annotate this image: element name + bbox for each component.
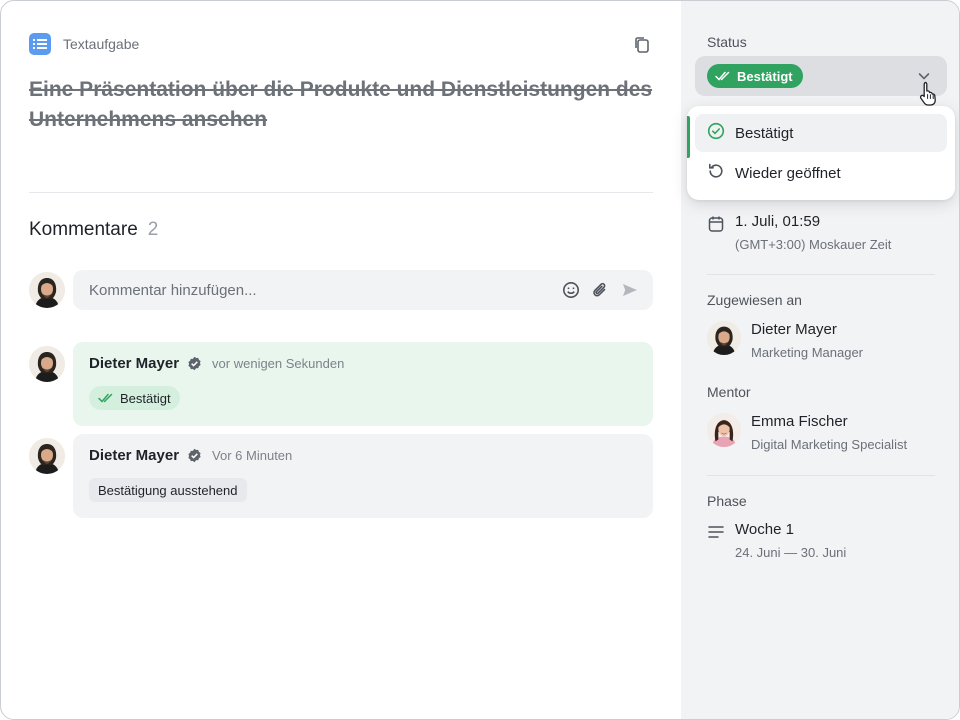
status-pill: Bestätigt [707,64,803,88]
comment-card: Dieter Mayer vor wenigen Sekunden Bestät… [73,342,653,426]
comment-time: vor wenigen Sekunden [212,356,345,371]
comment-author[interactable]: Dieter Mayer [89,447,179,464]
attachment-icon[interactable] [591,281,609,299]
mentor-name: Emma Fischer [751,413,848,430]
status-badge-label: Bestätigung ausstehend [98,482,238,498]
phase-name: Woche 1 [735,521,794,538]
avatar [707,321,741,355]
assignee-role: Marketing Manager [751,345,863,360]
avatar [29,346,65,382]
verified-icon [187,448,202,463]
avatar [29,272,65,308]
status-select[interactable]: Bestätigt [695,56,947,96]
emoji-icon[interactable] [562,281,580,299]
avatar [29,438,65,474]
task-title: Eine Präsentation über die Produkte und … [29,78,653,131]
status-dropdown: Bestätigt Wieder geöffnet [687,106,955,200]
deadline-timezone: (GMT+3:00) Moskauer Zeit [735,237,892,252]
comments-count: 2 [147,219,159,240]
status-badge-label: Bestätigt [120,390,171,406]
verified-icon [187,356,202,371]
comment-meta: Dieter Mayer Vor 6 Minuten [89,447,292,464]
double-check-icon [715,69,731,84]
status-option-reopened[interactable]: Wieder geöffnet [695,154,947,192]
comments-header: Kommentare 2 [29,219,158,241]
phase-dates: 24. Juni — 30. Juni [735,545,847,560]
divider [29,192,653,193]
comments-title: Kommentare [29,219,138,240]
status-badge: Bestätigung ausstehend [89,478,247,502]
task-type-label: Textaufgabe [63,36,140,52]
status-option-approved[interactable]: Bestätigt [695,114,947,152]
mentor-label: Mentor [707,384,751,400]
status-option-label: Wieder geöffnet [735,164,841,182]
status-value: Bestätigt [737,68,793,84]
status-badge: Bestätigt [89,386,180,410]
comment-time: Vor 6 Minuten [212,448,293,463]
reopen-icon [707,162,725,184]
pointer-cursor-icon [918,80,940,106]
send-icon[interactable] [621,281,639,299]
check-circle-icon [707,122,725,144]
mentor-role: Digital Marketing Specialist [751,437,908,452]
assignee-name: Dieter Mayer [751,321,837,338]
calendar-icon [707,215,725,233]
deadline-date[interactable]: 1. Juli, 01:59 [735,213,820,230]
phase-lines-icon [707,525,725,539]
task-window: Textaufgabe Eine Präsentation über die P… [0,0,960,720]
task-type: Textaufgabe [29,33,139,55]
comment-card: Dieter Mayer Vor 6 Minuten Bestätigung a… [73,434,653,518]
divider [707,475,935,476]
status-label: Status [707,34,747,50]
double-check-icon [98,391,114,406]
phase-label: Phase [707,493,747,509]
assigned-label: Zugewiesen an [707,292,802,308]
status-option-label: Bestätigt [735,124,794,142]
divider [707,274,935,275]
selected-indicator [687,116,690,158]
comment-meta: Dieter Mayer vor wenigen Sekunden [89,355,344,372]
copy-icon[interactable] [632,35,652,55]
task-list-icon [29,33,51,55]
avatar [707,413,741,447]
comment-author[interactable]: Dieter Mayer [89,355,179,372]
task-main-panel: Textaufgabe Eine Präsentation über die P… [1,1,681,719]
